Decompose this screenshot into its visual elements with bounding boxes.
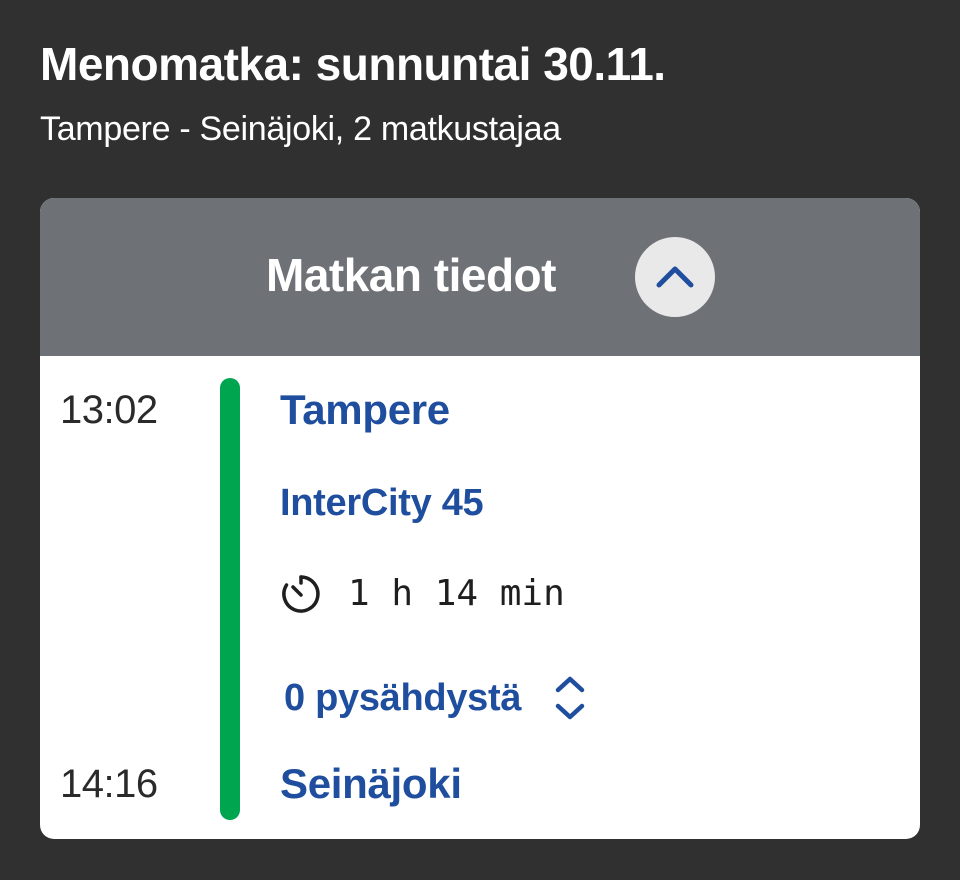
chevron-up-icon xyxy=(656,266,694,288)
route-line xyxy=(220,378,240,820)
stops-toggle[interactable]: 0 pysähdystä xyxy=(284,670,587,726)
collapse-details-button[interactable] xyxy=(635,237,715,317)
trip-details-card: Matkan tiedot 13:02 Tampere InterCity 45… xyxy=(40,198,920,839)
card-header[interactable]: Matkan tiedot xyxy=(40,198,920,356)
duration-text: 1 h 14 min xyxy=(348,573,565,614)
arrival-time: 14:16 xyxy=(60,762,158,806)
stops-label: 0 pysähdystä xyxy=(284,677,522,719)
departure-station-link[interactable]: Tampere xyxy=(280,385,450,435)
departure-time: 13:02 xyxy=(60,388,158,432)
route-subtitle: Tampere - Seinäjoki, 2 matkustajaa xyxy=(40,110,561,148)
train-link[interactable]: InterCity 45 xyxy=(280,480,484,526)
timer-icon xyxy=(280,573,322,615)
page-title: Menomatka: sunnuntai 30.11. xyxy=(40,38,666,90)
arrival-station-link[interactable]: Seinäjoki xyxy=(280,759,462,809)
chevron-up-down-icon xyxy=(553,673,587,723)
duration-row: 1 h 14 min xyxy=(280,572,565,616)
card-header-title: Matkan tiedot xyxy=(266,249,556,301)
